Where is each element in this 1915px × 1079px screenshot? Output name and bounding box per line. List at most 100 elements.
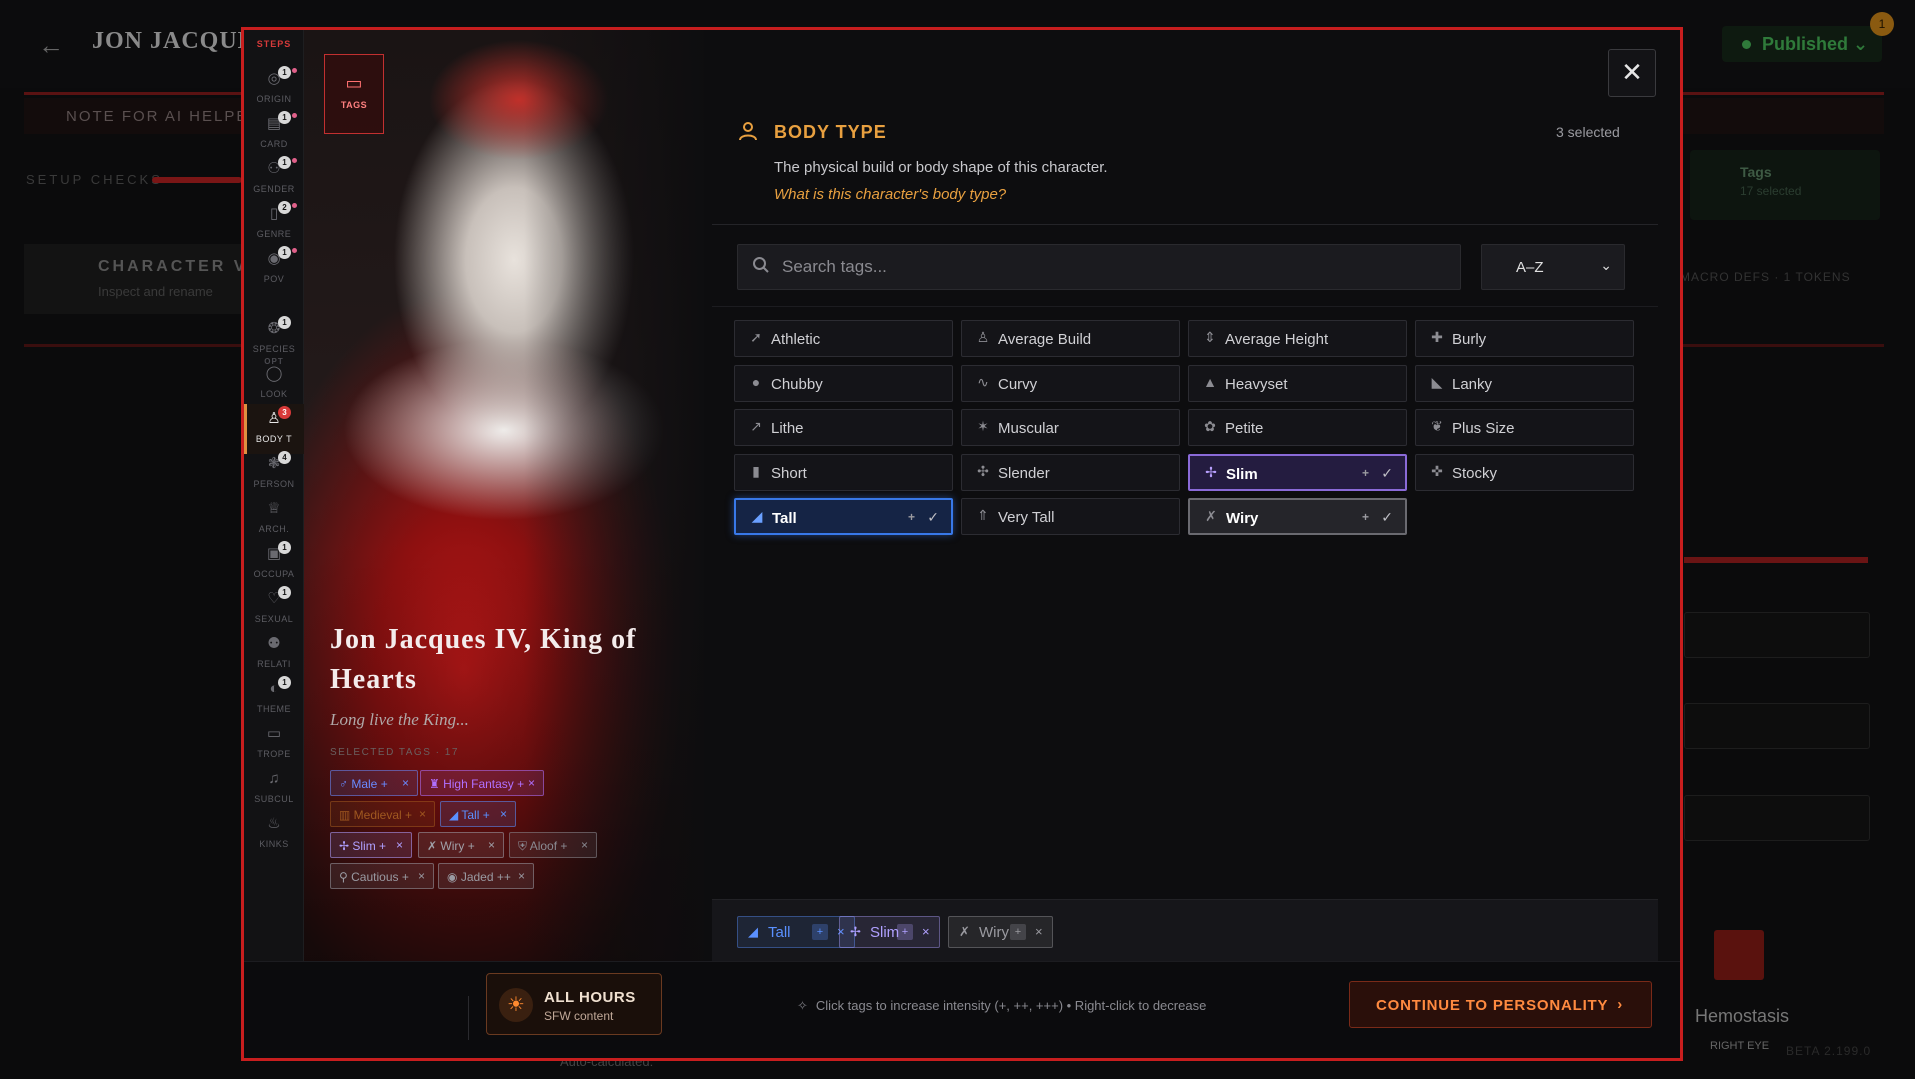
step-card[interactable]: ▤ 1 CARD: [244, 109, 304, 159]
step-look[interactable]: ◯ LOOK: [244, 359, 304, 409]
remove-icon[interactable]: ×: [528, 776, 535, 790]
step-kinks[interactable]: ♨ KINKS: [244, 809, 304, 859]
right-eye-label: RIGHT EYE: [1710, 1040, 1770, 1052]
tag-short[interactable]: ▮ Short: [734, 453, 953, 491]
step-badge: 4: [278, 451, 291, 464]
tag-petite[interactable]: ✿ Petite: [1188, 409, 1407, 446]
portrait-tag[interactable]: ♜ High Fantasy + ×: [420, 770, 544, 796]
remove-icon[interactable]: ×: [500, 807, 507, 821]
step-species[interactable]: ❂ 1 SPECIES: [244, 314, 304, 364]
chip-intensity[interactable]: +: [1010, 924, 1026, 940]
tag-label: Heavyset: [1225, 375, 1288, 393]
step-trope[interactable]: ▭ TROPE: [244, 719, 304, 769]
published-label: Published: [1762, 34, 1849, 54]
selected-tags-bar: ◢ Tall + × ✢ Slim + × ✗ Wiry + ×: [712, 899, 1658, 961]
setup-checks-bar: [152, 177, 242, 183]
tag-average-build[interactable]: ♙ Average Build: [961, 320, 1180, 357]
runner-icon: ➚: [750, 329, 762, 345]
portrait-tag[interactable]: ▥ Medieval + ×: [330, 801, 435, 827]
required-dot: [292, 113, 297, 118]
tag-slim[interactable]: ✢ Slim + ✓: [1188, 453, 1407, 491]
portrait-tag[interactable]: ⚲ Cautious + ×: [330, 863, 434, 889]
step-label: OCCUPA: [253, 569, 295, 579]
step-occupa[interactable]: ▣ 1 OCCUPA: [244, 539, 304, 589]
content-rating-button[interactable]: ☀ ALL HOURS SFW content: [486, 973, 662, 1035]
portrait-shade: [304, 30, 704, 1058]
tag-label: Average Build: [998, 331, 1092, 348]
bookmark-icon: ▭: [266, 725, 282, 742]
sort-dropdown[interactable]: A–Z ⌄: [1481, 244, 1625, 290]
tall-icon: ◢: [449, 808, 462, 822]
close-button[interactable]: ✕: [1608, 49, 1656, 97]
chip-intensity[interactable]: +: [812, 924, 828, 940]
tag-burly[interactable]: ✚ Burly: [1415, 320, 1634, 357]
remove-icon[interactable]: ×: [922, 924, 930, 939]
step-origin[interactable]: ◎ 1 ORIGIN: [244, 64, 304, 114]
portrait-tag[interactable]: ⛨ Aloof + ×: [509, 832, 597, 858]
short-icon: ▮: [752, 462, 760, 479]
tag-lanky[interactable]: ◣ Lanky: [1415, 364, 1634, 402]
tag-slender[interactable]: ✣ Slender: [961, 453, 1180, 491]
tags-button[interactable]: ▭ TAGS: [324, 54, 384, 134]
tag-stocky[interactable]: ✜ Stocky: [1415, 453, 1634, 491]
portrait-tag[interactable]: ✗ Wiry + ×: [418, 832, 504, 858]
portrait-tag[interactable]: ◉ Jaded ++ ×: [438, 863, 534, 889]
selected-chip[interactable]: ◢ Tall + ×: [737, 916, 855, 948]
tower-icon: ▥: [339, 808, 354, 822]
tag-average-height[interactable]: ⇕ Average Height: [1188, 320, 1407, 357]
remove-icon[interactable]: ×: [488, 838, 495, 852]
tag-very-tall[interactable]: ⇑ Very Tall: [961, 498, 1180, 535]
portrait-tag-label: Wiry +: [440, 839, 475, 853]
remove-icon[interactable]: ×: [518, 869, 525, 883]
continue-button[interactable]: CONTINUE TO PERSONALITY ›: [1349, 981, 1652, 1028]
remove-icon[interactable]: ×: [419, 807, 426, 821]
tag-heavyset[interactable]: ▲ Heavyset: [1188, 364, 1407, 402]
portrait-tag[interactable]: ♂ Male + ×: [330, 770, 418, 796]
step-gender[interactable]: ⚇ 1 GENDER: [244, 154, 304, 204]
character-variables-sub: Inspect and rename: [98, 284, 213, 299]
grid-divider: [712, 306, 1658, 307]
tag-chubby[interactable]: ● Chubby: [734, 364, 953, 402]
remove-icon[interactable]: ×: [402, 776, 409, 790]
remove-icon[interactable]: ×: [1035, 924, 1043, 939]
step-badge: 1: [278, 111, 291, 124]
tag-lithe[interactable]: ↗ Lithe: [734, 409, 953, 446]
tag-curvy[interactable]: ∿ Curvy: [961, 364, 1180, 402]
remove-icon[interactable]: ×: [418, 869, 425, 883]
wiry-icon: ✗: [427, 839, 441, 853]
portrait-tag[interactable]: ◢ Tall + ×: [440, 801, 516, 827]
step-arch[interactable]: ♕ ARCH.: [244, 494, 304, 544]
tag-plus-size[interactable]: ❦ Plus Size: [1415, 409, 1634, 446]
step-theme[interactable]: ◐ 1 THEME: [244, 674, 304, 724]
step-bodyt[interactable]: ♙ 3 BODY T: [244, 404, 304, 454]
character-name: Jon Jacques IV, King of Hearts: [330, 624, 637, 695]
search-input[interactable]: [782, 255, 1442, 279]
tag-muscular[interactable]: ✶ Muscular: [961, 409, 1180, 446]
wiry-icon: ✗: [1205, 508, 1217, 524]
tag-label: Burly: [1452, 331, 1487, 348]
tag-athletic[interactable]: ➚ Athletic: [734, 320, 953, 357]
chip-intensity[interactable]: +: [897, 924, 913, 940]
tags-summary-label: Tags: [1740, 164, 1772, 180]
slim-icon: ✢: [339, 839, 353, 853]
step-subcul[interactable]: ♫ SUBCUL: [244, 764, 304, 814]
tag-tall[interactable]: ◢ Tall + ✓: [734, 498, 953, 535]
tag-wiry[interactable]: ✗ Wiry + ✓: [1188, 498, 1407, 535]
step-person[interactable]: ❃ 4 PERSON: [244, 449, 304, 499]
check-icon: ✓: [927, 509, 939, 525]
step-label: KINKS: [259, 839, 289, 849]
step-genre[interactable]: ▯ 2 GENRE: [244, 199, 304, 249]
character-variables-title: CHARACTER VA: [98, 258, 261, 275]
selected-chip[interactable]: ✗ Wiry + ×: [948, 916, 1053, 948]
tag-label: Slender: [998, 464, 1050, 482]
tags-button-label: TAGS: [340, 100, 368, 110]
remove-icon[interactable]: ×: [396, 838, 403, 852]
remove-icon[interactable]: ×: [581, 838, 588, 852]
step-sexual[interactable]: ♡ 1 SEXUAL: [244, 584, 304, 634]
step-relati[interactable]: ⚉ RELATI: [244, 629, 304, 679]
selected-tags-title: SELECTED TAGS · 17: [330, 747, 459, 758]
selected-chip[interactable]: ✢ Slim + ×: [839, 916, 940, 948]
step-pov[interactable]: ◉ 1 POV: [244, 244, 304, 294]
section-divider: [712, 224, 1658, 225]
portrait-tag[interactable]: ✢ Slim + ×: [330, 832, 412, 858]
